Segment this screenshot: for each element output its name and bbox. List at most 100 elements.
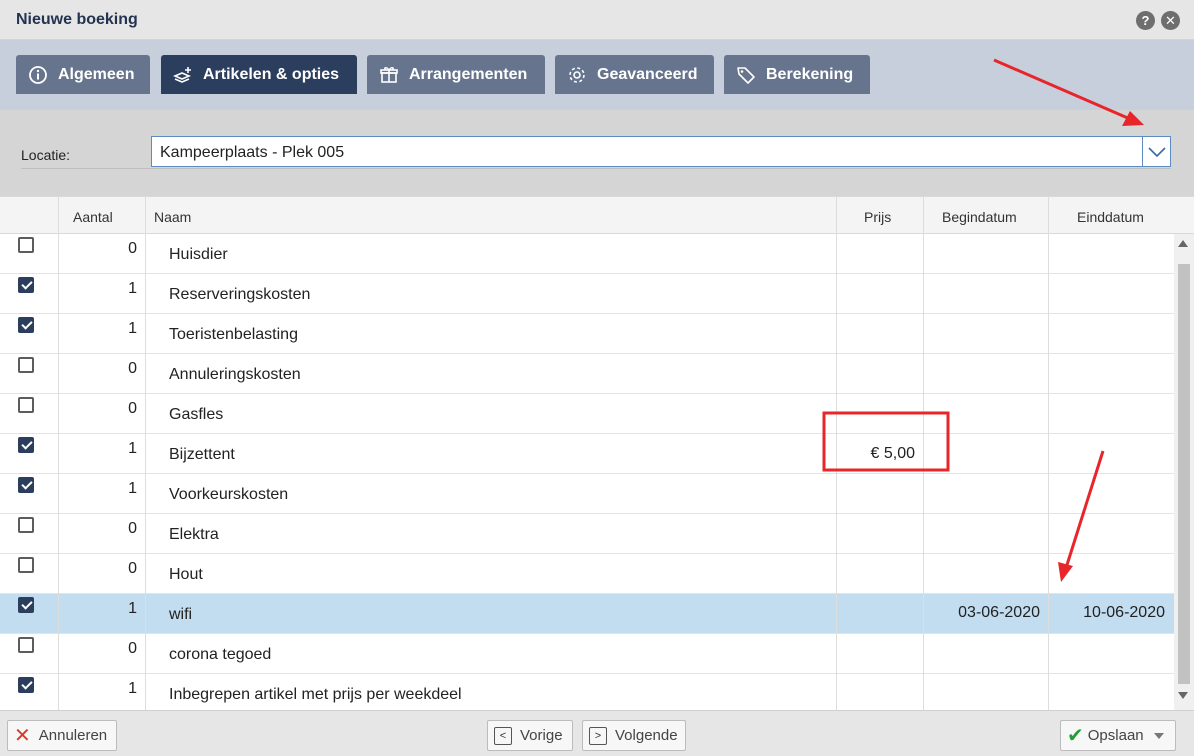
row-checkbox[interactable] <box>18 237 34 253</box>
quantity-cell[interactable]: 0 <box>128 400 137 418</box>
column-divider <box>145 196 146 710</box>
cancel-label: Annuleren <box>38 727 108 744</box>
name-cell: wifi <box>169 606 193 623</box>
column-divider <box>836 196 837 710</box>
price-cell[interactable]: € 5,00 <box>860 445 915 463</box>
quantity-cell[interactable]: 1 <box>128 680 137 698</box>
scroll-down-icon[interactable] <box>1178 692 1188 699</box>
vertical-scrollbar[interactable] <box>1174 234 1194 710</box>
window-titlebar: Nieuwe boeking ? ✕ <box>0 0 1194 40</box>
row-checkbox[interactable] <box>18 397 34 413</box>
quantity-cell[interactable]: 1 <box>128 480 137 498</box>
quantity-cell[interactable]: 0 <box>128 520 137 538</box>
tag-icon <box>736 65 756 85</box>
name-cell: Elektra <box>169 526 219 543</box>
quantity-cell[interactable]: 1 <box>128 440 137 458</box>
header-prijs[interactable]: Prijs <box>864 209 891 225</box>
location-label: Locatie: <box>21 147 71 163</box>
name-cell: Toeristenbelasting <box>169 326 298 343</box>
row-checkbox[interactable] <box>18 677 34 693</box>
tab-bar: Algemeen Artikelen & opties Arrangemente… <box>0 40 1194 110</box>
row-checkbox[interactable] <box>18 317 34 333</box>
header-naam[interactable]: Naam <box>154 209 191 225</box>
quantity-cell[interactable]: 1 <box>128 280 137 298</box>
articles-grid: Aantal Naam Prijs Begindatum Einddatum 0… <box>0 196 1194 710</box>
name-cell: Annuleringskosten <box>169 366 301 383</box>
cancel-button[interactable]: ✕ Annuleren <box>7 720 117 751</box>
table-row[interactable]: 0 corona tegoed <box>0 634 1174 674</box>
quantity-cell[interactable]: 0 <box>128 560 137 578</box>
name-cell: Huisdier <box>169 246 228 263</box>
header-aantal[interactable]: Aantal <box>73 209 113 225</box>
layers-plus-icon <box>173 65 193 85</box>
quantity-cell[interactable]: 0 <box>128 240 137 258</box>
table-row[interactable]: 0 Annuleringskosten <box>0 354 1174 394</box>
table-row[interactable]: 0 Huisdier <box>0 234 1174 274</box>
table-row[interactable]: 1 Toeristenbelasting <box>0 314 1174 354</box>
tab-algemeen[interactable]: Algemeen <box>16 55 150 94</box>
tab-label: Arrangementen <box>409 65 528 83</box>
table-row[interactable]: 0 Elektra <box>0 514 1174 554</box>
tab-artikelen-opties[interactable]: Artikelen & opties <box>161 55 357 94</box>
next-button[interactable]: > Volgende <box>582 720 686 751</box>
column-divider <box>923 196 924 710</box>
checkmark-icon: ✔ <box>1067 724 1084 747</box>
name-cell: Voorkeurskosten <box>169 486 289 503</box>
row-checkbox[interactable] <box>18 437 34 453</box>
tab-geavanceerd[interactable]: Geavanceerd <box>555 55 714 94</box>
quantity-cell[interactable]: 1 <box>128 320 137 338</box>
row-checkbox[interactable] <box>18 557 34 573</box>
save-label: Opslaan <box>1087 727 1144 744</box>
table-row[interactable]: 0 Gasfles <box>0 394 1174 434</box>
row-checkbox[interactable] <box>18 597 34 613</box>
close-icon: ✕ <box>14 724 31 747</box>
quantity-cell[interactable]: 1 <box>128 600 137 618</box>
table-row[interactable]: 1 Bijzettent € 5,00 <box>0 434 1174 474</box>
tab-label: Algemeen <box>58 65 135 83</box>
header-begindatum[interactable]: Begindatum <box>942 209 1017 225</box>
name-cell: Reserveringskosten <box>169 286 311 303</box>
start-date-cell[interactable]: 03-06-2020 <box>924 604 1040 622</box>
column-divider <box>1048 196 1049 710</box>
row-checkbox[interactable] <box>18 517 34 533</box>
window-title: Nieuwe boeking <box>16 11 138 28</box>
tab-label: Berekening <box>766 65 854 83</box>
table-row[interactable]: 1 Inbegrepen artikel met prijs per weekde… <box>0 674 1174 710</box>
end-date-cell[interactable]: 10-06-2020 <box>1049 604 1165 622</box>
table-row[interactable]: 1 wifi 03-06-2020 10-06-2020 <box>0 594 1174 634</box>
location-select[interactable]: Kampeerplaats - Plek 005 <box>151 136 1171 167</box>
row-checkbox[interactable] <box>18 277 34 293</box>
header-einddatum[interactable]: Einddatum <box>1077 209 1144 225</box>
table-row[interactable]: 0 Hout <box>0 554 1174 594</box>
name-cell: Bijzettent <box>169 446 235 463</box>
name-cell: corona tegoed <box>169 646 272 663</box>
chevron-left-icon: < <box>494 726 512 745</box>
chevron-down-icon[interactable] <box>1142 137 1170 166</box>
tab-label: Geavanceerd <box>597 65 698 83</box>
row-checkbox[interactable] <box>18 357 34 373</box>
table-row[interactable]: 1 Reserveringskosten <box>0 274 1174 314</box>
scroll-thumb[interactable] <box>1178 264 1190 684</box>
table-row[interactable]: 1 Voorkeurskosten <box>0 474 1174 514</box>
tab-arrangementen[interactable]: Arrangementen <box>367 55 545 94</box>
name-cell: Gasfles <box>169 406 224 423</box>
column-divider <box>58 196 59 710</box>
tab-label: Artikelen & opties <box>203 65 340 83</box>
grid-header: Aantal Naam Prijs Begindatum Einddatum <box>0 196 1194 234</box>
question-icon[interactable]: ? <box>1136 11 1155 30</box>
next-label: Volgende <box>615 727 678 744</box>
save-button[interactable]: ✔ Opslaan <box>1060 720 1176 751</box>
dialog-footer: ✕ Annuleren < Vorige > Volgende ✔ Opslaa… <box>0 710 1194 756</box>
close-icon[interactable]: ✕ <box>1161 11 1180 30</box>
chevron-down-icon[interactable] <box>1153 732 1164 739</box>
gift-icon <box>379 65 399 85</box>
quantity-cell[interactable]: 0 <box>128 360 137 378</box>
row-checkbox[interactable] <box>18 637 34 653</box>
quantity-cell[interactable]: 0 <box>128 640 137 658</box>
row-checkbox[interactable] <box>18 477 34 493</box>
scroll-up-icon[interactable] <box>1178 240 1188 247</box>
tab-berekening[interactable]: Berekening <box>724 55 870 94</box>
previous-button[interactable]: < Vorige <box>487 720 573 751</box>
location-underline <box>21 168 1171 169</box>
chevron-right-icon: > <box>589 726 607 745</box>
